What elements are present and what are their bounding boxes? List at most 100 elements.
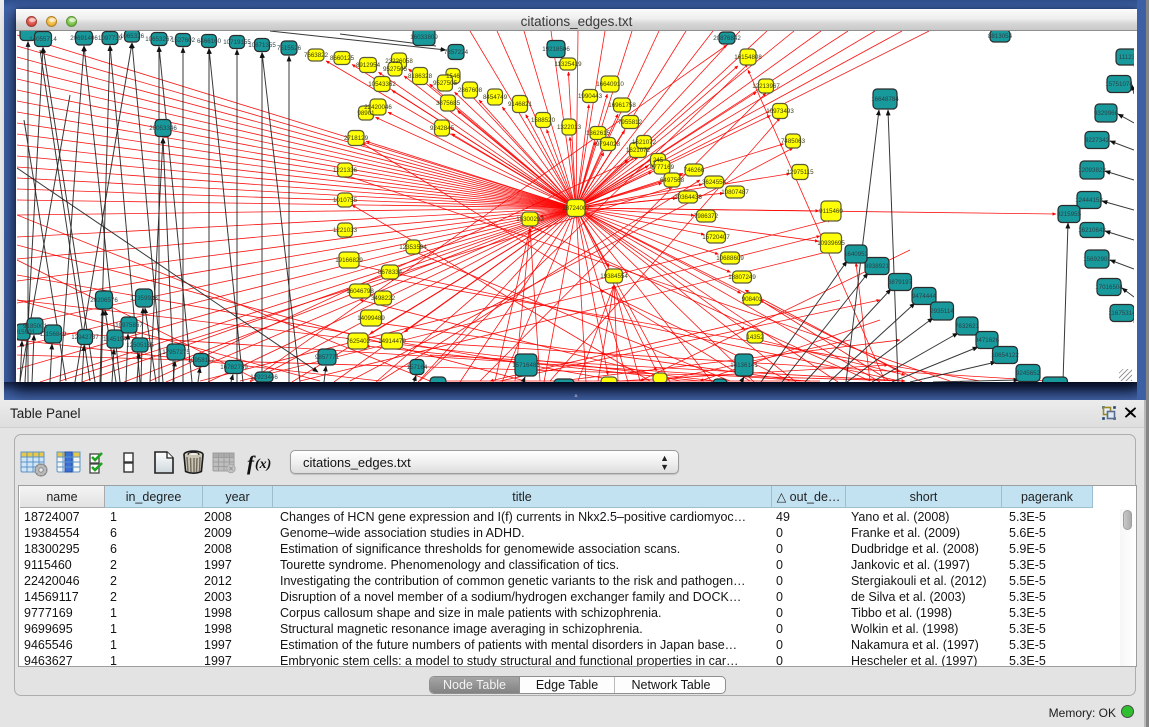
svg-text:9242845: 9242845 xyxy=(430,125,455,132)
svg-text:15692901: 15692901 xyxy=(1083,256,1111,263)
svg-text:10671355: 10671355 xyxy=(248,42,276,49)
svg-text:7663822: 7663822 xyxy=(304,52,329,59)
svg-text:12444153: 12444153 xyxy=(1075,197,1103,204)
svg-text:22420046: 22420046 xyxy=(364,104,392,111)
svg-text:10975867: 10975867 xyxy=(115,322,143,329)
svg-text:17016504: 17016504 xyxy=(1095,284,1123,291)
svg-text:12505135: 12505135 xyxy=(126,342,154,349)
svg-text:9329966: 9329966 xyxy=(1094,110,1119,117)
svg-text:12923446: 12923446 xyxy=(250,374,278,381)
svg-text:2718129: 2718129 xyxy=(344,135,369,142)
svg-text:10958117: 10958117 xyxy=(187,357,215,364)
svg-text:3875685: 3875685 xyxy=(436,100,461,107)
svg-text:6497568: 6497568 xyxy=(660,177,685,184)
svg-text:9227342: 9227342 xyxy=(1085,137,1110,144)
svg-text:908403: 908403 xyxy=(742,296,763,303)
svg-text:9474444: 9474444 xyxy=(912,293,937,300)
svg-text:23226058: 23226058 xyxy=(385,58,413,65)
svg-text:16961758: 16961758 xyxy=(608,102,636,109)
svg-text:20876842: 20876842 xyxy=(713,35,741,42)
svg-text:18724007: 18724007 xyxy=(562,205,590,212)
svg-text:6879197: 6879197 xyxy=(888,279,913,286)
svg-text:16033809: 16033809 xyxy=(410,34,438,41)
svg-text:10654122: 10654122 xyxy=(991,352,1019,359)
svg-text:12353594: 12353594 xyxy=(399,244,427,251)
svg-text:7632621: 7632621 xyxy=(955,323,980,330)
svg-text:10653267: 10653267 xyxy=(145,36,173,43)
svg-text:10807487: 10807487 xyxy=(721,189,749,196)
svg-text:8186328: 8186328 xyxy=(408,73,433,80)
svg-text:9527505: 9527505 xyxy=(433,80,458,87)
svg-text:20691406: 20691406 xyxy=(70,35,98,42)
svg-text:1010755: 1010755 xyxy=(333,197,358,204)
svg-text:7986372: 7986372 xyxy=(694,213,719,220)
svg-text:(x): (x) xyxy=(255,457,271,472)
svg-text:14352: 14352 xyxy=(746,334,764,341)
svg-text:9777169: 9777169 xyxy=(650,164,675,171)
svg-text:1097739: 1097739 xyxy=(98,35,123,42)
svg-text:16648784: 16648784 xyxy=(871,96,899,103)
svg-text:10543362: 10543362 xyxy=(368,81,396,88)
svg-text:19384554: 19384554 xyxy=(600,273,628,280)
svg-text:15716485: 15716485 xyxy=(512,362,540,369)
svg-text:9185001: 9185001 xyxy=(23,323,48,330)
svg-text:17359928: 17359928 xyxy=(130,295,158,302)
svg-text:8471626: 8471626 xyxy=(975,337,1000,344)
svg-text:17957275: 17957275 xyxy=(162,349,190,356)
svg-text:11675314: 11675314 xyxy=(1108,310,1134,317)
svg-text:7955812: 7955812 xyxy=(618,119,643,126)
svg-text:8813054: 8813054 xyxy=(988,33,1013,40)
svg-text:3215955: 3215955 xyxy=(1057,211,1082,218)
svg-text:16046798: 16046798 xyxy=(346,288,374,295)
svg-text:1322013: 1322013 xyxy=(557,124,582,131)
svg-text:746266: 746266 xyxy=(684,167,705,174)
svg-text:1621072: 1621072 xyxy=(626,147,651,154)
svg-text:10688609: 10688609 xyxy=(716,255,744,262)
svg-text:10973493: 10973493 xyxy=(766,108,794,115)
svg-text:16210643: 16210643 xyxy=(1078,227,1106,234)
svg-text:7515526: 7515526 xyxy=(277,45,302,52)
svg-text:12975115: 12975115 xyxy=(786,169,814,176)
svg-text:16640910: 16640910 xyxy=(596,81,624,88)
svg-text:3624554: 3624554 xyxy=(702,179,727,186)
svg-text:1990443: 1990443 xyxy=(578,93,603,100)
svg-text:19166829: 19166829 xyxy=(335,257,363,264)
svg-text:18807249: 18807249 xyxy=(728,274,756,281)
svg-text:6466160: 6466160 xyxy=(197,38,222,45)
svg-text:7485063: 7485063 xyxy=(781,138,806,145)
svg-text:20053346: 20053346 xyxy=(149,125,177,132)
svg-text:20206576: 20206576 xyxy=(90,297,118,304)
svg-text:10939695: 10939695 xyxy=(817,240,845,247)
svg-text:98901: 98901 xyxy=(357,110,375,117)
svg-text:8678334: 8678334 xyxy=(378,269,403,276)
svg-text:9527505: 9527505 xyxy=(383,66,408,73)
svg-text:9245652: 9245652 xyxy=(1016,370,1041,377)
svg-text:11156849: 11156849 xyxy=(40,331,67,338)
svg-text:1145194: 1145194 xyxy=(103,336,127,343)
svg-text:12213967: 12213967 xyxy=(752,83,780,90)
svg-text:2867608: 2867608 xyxy=(458,87,483,94)
svg-text:1621072: 1621072 xyxy=(632,139,657,146)
svg-text:16782759: 16782759 xyxy=(220,364,248,371)
svg-text:8660125: 8660125 xyxy=(330,55,355,62)
svg-text:8912954: 8912954 xyxy=(356,62,381,69)
svg-text:7357224: 7357224 xyxy=(444,49,469,56)
svg-text:11123: 11123 xyxy=(1119,54,1134,61)
svg-text:15720407: 15720407 xyxy=(702,234,730,241)
svg-text:1362615: 1362615 xyxy=(586,130,611,137)
svg-text:3498222: 3498222 xyxy=(371,295,396,302)
svg-text:1546: 1546 xyxy=(446,73,460,80)
svg-text:157164: 157164 xyxy=(407,364,428,371)
svg-text:14099489: 14099489 xyxy=(357,315,385,322)
svg-text:1065326: 1065326 xyxy=(120,33,145,40)
svg-text:2935114: 2935114 xyxy=(930,308,954,315)
svg-text:14136141: 14136141 xyxy=(730,362,758,369)
svg-text:9857771: 9857771 xyxy=(315,354,340,361)
svg-text:8938921: 8938921 xyxy=(865,263,890,270)
svg-text:3915901: 3915901 xyxy=(17,329,36,336)
svg-text:245: 245 xyxy=(653,157,664,164)
svg-text:14914479: 14914479 xyxy=(378,338,406,345)
svg-text:1640953: 1640953 xyxy=(844,251,869,258)
svg-text:7625402: 7625402 xyxy=(346,338,371,345)
svg-text:12942737: 12942737 xyxy=(71,334,99,341)
